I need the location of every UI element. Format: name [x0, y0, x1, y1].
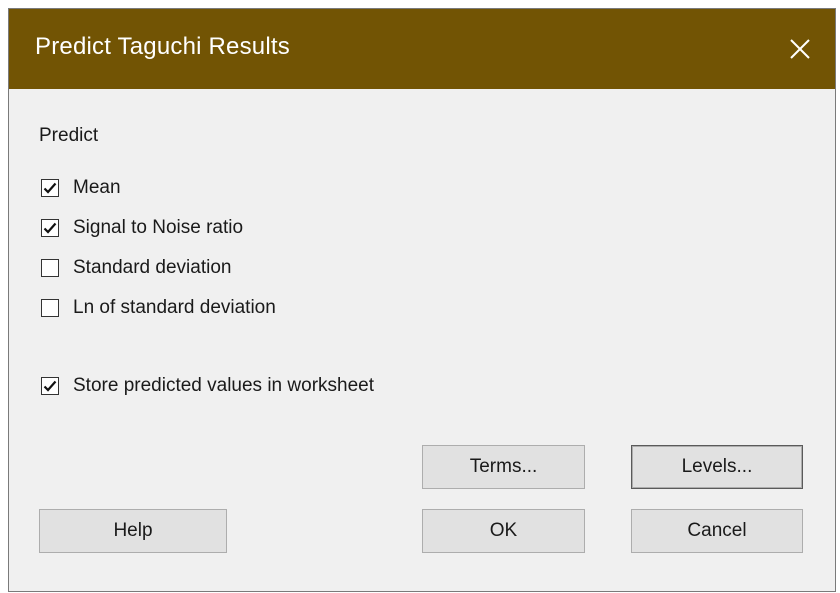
title-bar[interactable]: Predict Taguchi Results: [9, 9, 835, 89]
store-predicted-checkbox-row[interactable]: Store predicted values in worksheet: [41, 375, 374, 397]
store-predicted-checkbox[interactable]: [41, 377, 59, 395]
ln-standard-deviation-checkbox-row[interactable]: Ln of standard deviation: [41, 297, 276, 319]
cancel-button[interactable]: Cancel: [631, 509, 803, 553]
predict-taguchi-dialog: Predict Taguchi Results Predict Mean Sig…: [8, 8, 836, 592]
checkmark-icon: [43, 222, 57, 234]
signal-to-noise-checkbox[interactable]: [41, 219, 59, 237]
signal-to-noise-checkbox-row[interactable]: Signal to Noise ratio: [41, 217, 243, 239]
ok-button[interactable]: OK: [422, 509, 585, 553]
close-button[interactable]: [765, 9, 835, 89]
help-button[interactable]: Help: [39, 509, 227, 553]
checkmark-icon: [43, 182, 57, 194]
levels-button[interactable]: Levels...: [631, 445, 803, 489]
checkmark-icon: [43, 380, 57, 392]
mean-checkbox[interactable]: [41, 179, 59, 197]
store-predicted-label: Store predicted values in worksheet: [73, 375, 374, 396]
ln-standard-deviation-label: Ln of standard deviation: [73, 297, 276, 318]
standard-deviation-label: Standard deviation: [73, 257, 232, 278]
predict-section-label: Predict: [39, 125, 99, 146]
mean-label: Mean: [73, 177, 121, 198]
standard-deviation-checkbox[interactable]: [41, 259, 59, 277]
dialog-title: Predict Taguchi Results: [35, 33, 290, 60]
mean-checkbox-row[interactable]: Mean: [41, 177, 121, 199]
close-icon: [790, 39, 810, 59]
standard-deviation-checkbox-row[interactable]: Standard deviation: [41, 257, 231, 279]
terms-button[interactable]: Terms...: [422, 445, 585, 489]
ln-standard-deviation-checkbox[interactable]: [41, 299, 59, 317]
signal-to-noise-label: Signal to Noise ratio: [73, 217, 244, 238]
